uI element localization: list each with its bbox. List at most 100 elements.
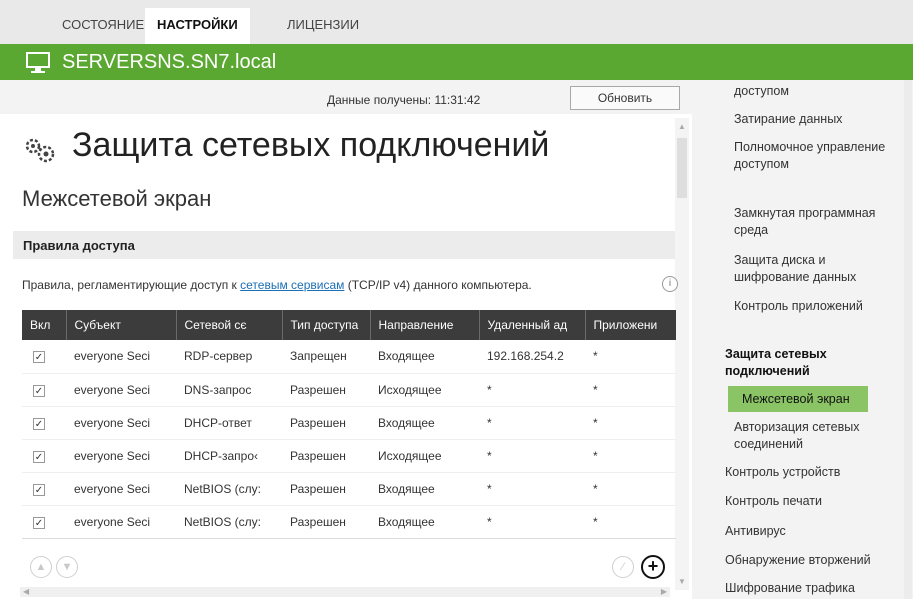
- access-rules-label: Правила доступа: [23, 238, 135, 253]
- nav-item-data-wipe[interactable]: Затирание данных: [734, 111, 904, 128]
- table-cell: *: [585, 340, 676, 374]
- table-cell: Входящее: [370, 406, 479, 440]
- nav-item-closed-software-env[interactable]: Замкнутая программная среда: [734, 205, 904, 239]
- tab-settings[interactable]: НАСТРОЙКИ: [145, 8, 250, 44]
- nav-group-network-protection[interactable]: Защита сетевых подключений: [725, 346, 895, 380]
- vertical-scrollbar[interactable]: ▲ ▼: [675, 118, 689, 590]
- scroll-left-icon[interactable]: ◀: [23, 587, 29, 596]
- nav-item-antivirus[interactable]: Антивирус: [725, 523, 905, 540]
- scroll-right-icon[interactable]: ▶: [661, 587, 667, 596]
- nav-scrollbar[interactable]: [904, 80, 912, 599]
- table-cell: *: [585, 406, 676, 440]
- table-cell: Разрешен: [282, 406, 370, 440]
- table-cell: *: [585, 373, 676, 407]
- nav-item-app-control[interactable]: Контроль приложений: [734, 298, 904, 315]
- table-cell: Запрещен: [282, 340, 370, 374]
- tab-status[interactable]: СОСТОЯНИЕ: [62, 17, 144, 32]
- column-header[interactable]: Удаленный ад: [479, 310, 586, 340]
- nav-item-mandatory-access[interactable]: Полномочное управление доступом: [734, 139, 904, 173]
- table-cell: NetBIOS (слу:: [176, 472, 282, 506]
- network-protection-icon: [25, 138, 55, 163]
- table-cell: everyone Seci: [66, 505, 176, 538]
- enabled-checkbox[interactable]: ✓: [33, 417, 45, 430]
- scroll-down-icon[interactable]: ▼: [678, 577, 686, 586]
- nav-item-device-control[interactable]: Контроль устройств: [725, 464, 905, 481]
- table-cell: 192.168.254.2: [479, 340, 585, 374]
- table-cell: everyone Seci: [66, 406, 176, 440]
- received-time: 11:31:42: [434, 93, 481, 107]
- table-cell: *: [585, 439, 676, 473]
- nav-item-traffic-encryption[interactable]: Шифрование трафика: [725, 580, 905, 597]
- horizontal-scrollbar[interactable]: ◀ ▶: [20, 587, 670, 597]
- table-cell: DHCP-ответ: [176, 406, 282, 440]
- network-services-link[interactable]: сетевым сервисам: [240, 278, 344, 292]
- settings-navigation: доступом Затирание данных Полномочное уп…: [692, 80, 913, 599]
- table-cell: *: [479, 406, 585, 440]
- top-tab-bar: СОСТОЯНИЕ НАСТРОЙКИ ЛИЦЕНЗИИ: [0, 0, 913, 44]
- info-icon[interactable]: i: [662, 276, 678, 292]
- rules-table-container: Вкл Субъект Сетевой сє Тип доступа Напра…: [22, 310, 676, 539]
- edit-icon[interactable]: ⁄: [612, 556, 634, 578]
- enabled-checkbox[interactable]: ✓: [33, 516, 45, 529]
- table-cell: NetBIOS (слу:: [176, 505, 282, 538]
- column-header[interactable]: Вкл: [22, 310, 67, 340]
- table-cell: Исходящее: [370, 373, 479, 407]
- table-row[interactable]: ✓ everyone Seci RDP-сервер Запрещен Вход…: [22, 340, 676, 374]
- table-cell: RDP-сервер: [176, 340, 282, 374]
- description-text-before: Правила, регламентирующие доступ к: [22, 278, 241, 292]
- nav-item-print-control[interactable]: Контроль печати: [725, 493, 905, 510]
- enabled-checkbox[interactable]: ✓: [33, 351, 45, 364]
- nav-item-disk-encryption[interactable]: Защита диска и шифрование данных: [734, 252, 904, 286]
- server-name: SERVERSNS.SN7.local: [62, 51, 277, 73]
- table-cell: Входящее: [370, 472, 479, 506]
- table-cell: Разрешен: [282, 505, 370, 538]
- monitor-icon: [26, 52, 50, 73]
- table-cell: everyone Seci: [66, 373, 176, 407]
- received-info: Данные получены: 11:31:42: [327, 93, 480, 107]
- table-row[interactable]: ✓ everyone Seci NetBIOS (слу: Разрешен В…: [22, 472, 676, 506]
- nav-item-access-cont[interactable]: доступом: [734, 83, 904, 100]
- table-cell: *: [585, 472, 676, 506]
- move-up-icon[interactable]: ▲: [30, 556, 52, 578]
- table-cell: Входящее: [370, 340, 479, 374]
- column-header[interactable]: Субъект: [66, 310, 177, 340]
- table-row[interactable]: ✓ everyone Seci NetBIOS (слу: Разрешен В…: [22, 505, 676, 538]
- table-cell: DHCP-запро‹: [176, 439, 282, 473]
- table-cell: Входящее: [370, 505, 479, 538]
- scroll-thumb[interactable]: [677, 138, 687, 198]
- table-cell: *: [479, 505, 585, 538]
- section-title: Межсетевой экран: [22, 186, 212, 211]
- rules-description: Правила, регламентирующие доступ к сетев…: [22, 278, 532, 292]
- access-rules-header: Правила доступа: [13, 231, 675, 259]
- nav-item-firewall[interactable]: Межсетевой экран: [728, 386, 868, 412]
- enabled-checkbox[interactable]: ✓: [33, 450, 45, 463]
- table-cell: *: [479, 439, 585, 473]
- table-cell: Разрешен: [282, 373, 370, 407]
- table-cell: everyone Seci: [66, 472, 176, 506]
- server-bar: SERVERSNS.SN7.local: [0, 44, 913, 80]
- add-icon[interactable]: +: [641, 555, 665, 579]
- column-header[interactable]: Тип доступа: [282, 310, 371, 340]
- rules-table: Вкл Субъект Сетевой сє Тип доступа Напра…: [22, 310, 676, 538]
- column-header[interactable]: Направление: [370, 310, 480, 340]
- tab-licenses[interactable]: ЛИЦЕНЗИИ: [287, 17, 359, 32]
- refresh-button[interactable]: Обновить: [570, 86, 680, 110]
- info-strip: Данные получены: 11:31:42 Обновить: [0, 80, 692, 114]
- table-row[interactable]: ✓ everyone Seci DHCP-запро‹ Разрешен Исх…: [22, 439, 676, 473]
- column-header[interactable]: Сетевой сє: [176, 310, 283, 340]
- nav-item-intrusion-detection[interactable]: Обнаружение вторжений: [725, 552, 905, 569]
- table-cell: Исходящее: [370, 439, 479, 473]
- enabled-checkbox[interactable]: ✓: [33, 483, 45, 496]
- enabled-checkbox[interactable]: ✓: [33, 384, 45, 397]
- nav-item-network-auth[interactable]: Авторизация сетевых соединений: [734, 419, 904, 453]
- table-cell: Разрешен: [282, 472, 370, 506]
- scroll-up-icon[interactable]: ▲: [678, 122, 686, 131]
- received-label: Данные получены:: [327, 93, 432, 107]
- table-row[interactable]: ✓ everyone Seci DNS-запрос Разрешен Исхо…: [22, 373, 676, 407]
- column-header[interactable]: Приложени: [585, 310, 676, 340]
- move-down-icon[interactable]: ▼: [56, 556, 78, 578]
- page-title: Защита сетевых подключений: [72, 126, 550, 164]
- table-cell: DNS-запрос: [176, 373, 282, 407]
- table-row[interactable]: ✓ everyone Seci DHCP-ответ Разрешен Вход…: [22, 406, 676, 440]
- description-text-after: (TCP/IP v4) данного компьютера.: [344, 278, 532, 292]
